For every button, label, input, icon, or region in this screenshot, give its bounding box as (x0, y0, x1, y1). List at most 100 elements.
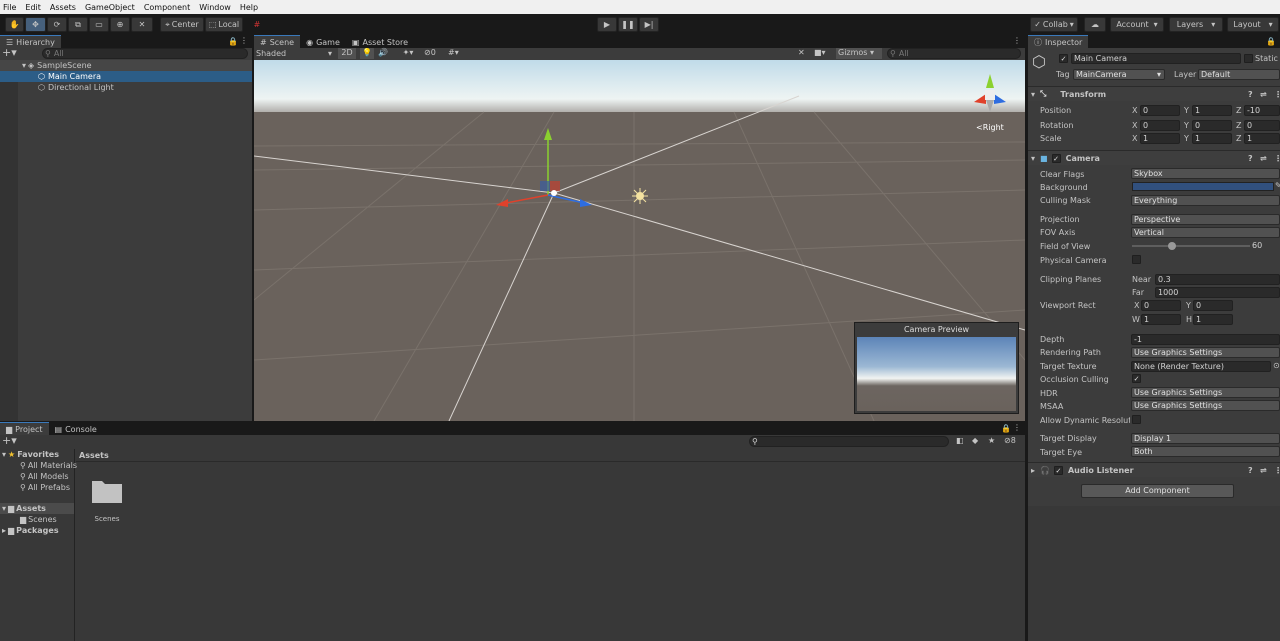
hierarchy-item-main-camera[interactable]: ⬡ Main Camera (0, 71, 252, 82)
static-checkbox[interactable] (1244, 54, 1253, 63)
filter-type-icon[interactable]: ◧ (956, 436, 964, 445)
msaa-dropdown[interactable]: Use Graphics Settings (1131, 400, 1280, 411)
menu-file[interactable]: File (3, 3, 16, 12)
lighting-toggle[interactable]: 💡 (360, 48, 374, 59)
custom-tool-button[interactable]: ✕ (131, 17, 153, 32)
menu-component[interactable]: Component (144, 3, 190, 12)
background-color-swatch[interactable] (1132, 182, 1274, 191)
near-field[interactable]: 0.3 (1155, 274, 1280, 285)
object-picker-icon[interactable]: ⊙ (1273, 361, 1280, 370)
star-icon[interactable]: ★ (988, 436, 995, 445)
help-icon[interactable]: ? (1248, 154, 1253, 163)
physical-camera-checkbox[interactable] (1132, 255, 1141, 264)
step-button[interactable]: ▶| (639, 17, 659, 32)
favorite-item-materials[interactable]: ⚲ All Materials (0, 460, 77, 471)
favorite-item-prefabs[interactable]: ⚲ All Prefabs (0, 482, 74, 493)
transform-tool-button[interactable]: ⊕ (110, 17, 130, 32)
menu-window[interactable]: Window (199, 3, 231, 12)
packages-folder-row[interactable]: ▸ ▆ Packages (0, 525, 74, 536)
tools-toggle[interactable]: ✕ (798, 48, 812, 59)
help-icon[interactable]: ? (1248, 466, 1253, 475)
mode-2d-toggle[interactable]: 2D (338, 48, 356, 59)
shading-dropdown[interactable]: Shaded ▾ (256, 49, 332, 59)
depth-field[interactable]: -1 (1131, 334, 1280, 345)
more-icon[interactable]: ⋮ (1013, 423, 1021, 432)
scale-tool-button[interactable]: ⧉ (68, 17, 88, 32)
rotate-tool-button[interactable]: ⟳ (47, 17, 67, 32)
hdr-dropdown[interactable]: Use Graphics Settings (1131, 387, 1280, 398)
cloud-button[interactable]: ☁ (1084, 17, 1106, 32)
active-checkbox[interactable]: ✓ (1059, 54, 1068, 63)
menu-help[interactable]: Help (240, 3, 258, 12)
viewport-y-field[interactable]: 0 (1193, 300, 1233, 311)
rotation-y-field[interactable]: 0 (1192, 120, 1232, 131)
grid-dropdown[interactable]: #▾ (448, 48, 472, 59)
add-component-button[interactable]: Add Component (1081, 484, 1234, 498)
target-eye-dropdown[interactable]: Both (1131, 446, 1280, 457)
dynamic-resolution-checkbox[interactable] (1132, 415, 1141, 424)
hidden-objects-toggle[interactable]: ⊘0 (424, 48, 446, 59)
menu-gameobject[interactable]: GameObject (85, 3, 135, 12)
camera-enabled-checkbox[interactable]: ✓ (1051, 153, 1061, 163)
collab-button[interactable]: ✓ Collab ▾ (1030, 17, 1078, 32)
favorite-item-models[interactable]: ⚲ All Models (0, 471, 74, 482)
layers-dropdown[interactable]: Layers ▾ (1169, 17, 1223, 32)
project-create-button[interactable]: +▾ (2, 435, 22, 447)
lock-icon[interactable]: 🔒 (228, 37, 238, 46)
project-breadcrumb[interactable]: Assets (76, 449, 1025, 462)
more-icon[interactable]: ⋮ (1013, 36, 1021, 45)
hierarchy-search-input[interactable]: ⚲ All (42, 48, 248, 59)
create-button[interactable]: +▾ (2, 47, 22, 59)
audio-toggle[interactable]: 🔊 (376, 48, 390, 59)
occlusion-culling-checkbox[interactable]: ✓ (1132, 374, 1141, 383)
rect-tool-button[interactable]: ▭ (89, 17, 109, 32)
pivot-rotation-button[interactable]: ⬚ Local (205, 17, 243, 32)
viewport-h-field[interactable]: 1 (1193, 314, 1233, 325)
settings-icon[interactable]: ⇌ (1260, 154, 1267, 163)
scale-x-field[interactable]: 1 (1140, 133, 1180, 144)
target-texture-field[interactable]: None (Render Texture) (1131, 361, 1271, 372)
menu-assets[interactable]: Assets (50, 3, 76, 12)
object-name-field[interactable]: Main Camera (1071, 53, 1241, 64)
lock-icon[interactable]: 🔒 (1001, 424, 1011, 433)
audio-listener-enabled-checkbox[interactable]: ✓ (1053, 465, 1063, 475)
rotation-x-field[interactable]: 0 (1140, 120, 1180, 131)
tab-asset-store[interactable]: ▣ Asset Store (346, 35, 414, 48)
favorites-row[interactable]: ▾ ★ Favorites (0, 449, 74, 460)
account-dropdown[interactable]: Account ▾ (1110, 17, 1164, 32)
scale-y-field[interactable]: 1 (1192, 133, 1232, 144)
fov-slider-thumb[interactable] (1168, 242, 1177, 250)
tag-dropdown[interactable]: MainCamera ▾ (1073, 69, 1165, 80)
asset-item-scenes[interactable]: Scenes (88, 477, 126, 523)
audio-listener-header[interactable]: ▸ 🎧 ✓ Audio Listener ? ⇌ ⋮ (1028, 462, 1280, 477)
layout-dropdown[interactable]: Layout ▾ (1227, 17, 1279, 32)
gizmos-dropdown[interactable]: Gizmos ▾ (836, 48, 882, 59)
lock-icon[interactable]: 🔒 (1266, 37, 1276, 46)
grid-snap-button[interactable]: # (250, 17, 264, 32)
camera-settings-dropdown[interactable]: ■▾ (814, 48, 834, 59)
fov-value-field[interactable]: 60 (1250, 240, 1280, 251)
effects-dropdown[interactable]: ✦▾ (392, 48, 424, 59)
scene-search-input[interactable]: ⚲ All (887, 48, 1021, 59)
culling-mask-dropdown[interactable]: Everything (1131, 195, 1280, 206)
more-icon[interactable]: ⋮ (1274, 466, 1280, 475)
eye-slash-icon[interactable]: ⊘8 (1004, 436, 1016, 445)
camera-header[interactable]: ▾ ■ ✓ Camera ? ⇌ ⋮ (1028, 150, 1280, 165)
more-icon[interactable]: ⋮ (1274, 154, 1280, 163)
position-x-field[interactable]: 0 (1140, 105, 1180, 116)
hierarchy-item-directional-light[interactable]: ⬡ Directional Light (0, 82, 252, 93)
fov-slider-track[interactable] (1132, 245, 1250, 247)
scene-viewport[interactable]: <Right Camera Preview (254, 60, 1025, 421)
transform-header[interactable]: ▾ ⤡ Transform ? ⇌ ⋮ (1028, 86, 1280, 101)
more-icon[interactable]: ⋮ (1274, 90, 1280, 99)
menu-edit[interactable]: Edit (25, 3, 41, 12)
orientation-gizmo[interactable] (968, 70, 1012, 114)
label-icon[interactable]: ◆ (972, 436, 978, 445)
layer-dropdown[interactable]: Default (1198, 69, 1280, 80)
eyedropper-icon[interactable]: ✎ (1275, 181, 1280, 190)
settings-icon[interactable]: ⇌ (1260, 90, 1267, 99)
rotation-z-field[interactable]: 0 (1244, 120, 1280, 131)
fov-axis-dropdown[interactable]: Vertical (1131, 227, 1280, 238)
play-button[interactable]: ▶ (597, 17, 617, 32)
position-y-field[interactable]: 1 (1192, 105, 1232, 116)
